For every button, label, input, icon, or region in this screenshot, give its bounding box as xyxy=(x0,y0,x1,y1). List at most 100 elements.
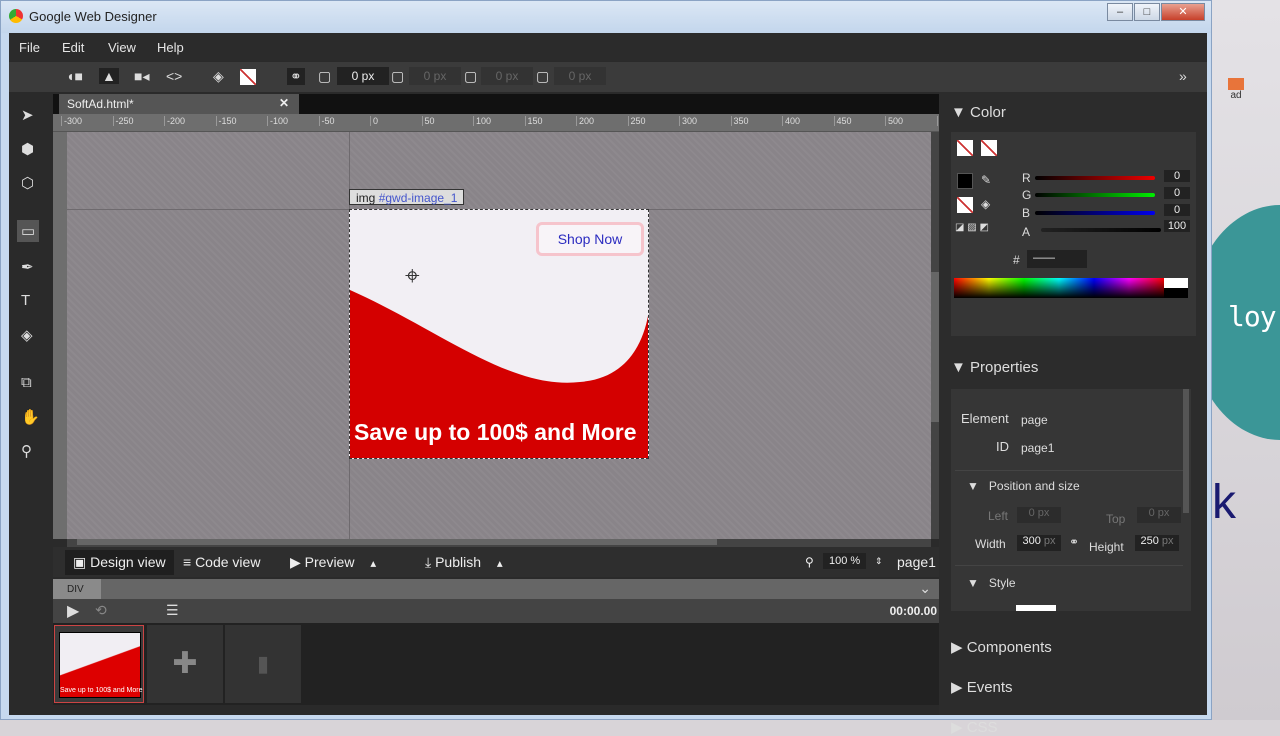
left-input[interactable]: 0 px xyxy=(1017,507,1061,523)
desktop-icon-ad[interactable]: ad xyxy=(1228,78,1244,101)
scroll-thumb[interactable] xyxy=(77,539,717,545)
alpha-slider[interactable] xyxy=(1041,228,1161,232)
element-value: page xyxy=(1021,413,1048,427)
red-value[interactable]: 0 xyxy=(1164,170,1190,182)
ruler-tick-label: -150 xyxy=(215,116,237,126)
pen-tool-icon[interactable]: ✒ xyxy=(21,258,34,276)
close-button[interactable]: ✕ xyxy=(1161,3,1205,21)
swap-colors-icon[interactable]: ◪ ▨ ◩ xyxy=(955,222,989,233)
3d-object-tool-icon[interactable]: ⧉ xyxy=(21,374,32,391)
zoom-tool-icon[interactable]: ⚲ xyxy=(21,442,32,460)
position-size-title: Position and size xyxy=(988,479,1080,493)
3d-rotation-tool-icon[interactable]: ⬢ xyxy=(21,140,34,158)
top-input[interactable]: 0 px xyxy=(1137,507,1181,523)
stroke-color-swatch[interactable] xyxy=(981,140,997,156)
green-slider[interactable] xyxy=(1035,193,1155,197)
publish-label: Publish xyxy=(435,554,481,570)
menu-edit[interactable]: Edit xyxy=(62,40,84,55)
menu-help[interactable]: Help xyxy=(157,40,184,55)
properties-scrollbar[interactable] xyxy=(1183,389,1189,513)
css-section-header[interactable]: ▶ CSS xyxy=(951,718,998,736)
code-view-button[interactable]: ≡ Code view xyxy=(183,554,260,570)
vertical-scrollbar[interactable] xyxy=(931,132,939,539)
page-selector[interactable]: page1 xyxy=(897,554,936,570)
delete-page-icon[interactable]: ▮ xyxy=(225,625,301,703)
add-page-button[interactable]: ✚ xyxy=(147,625,223,703)
link-icon[interactable]: ⚭ xyxy=(287,68,305,85)
close-tab-icon[interactable]: ✕ xyxy=(279,96,289,110)
fill-bucket-icon[interactable]: ◈ xyxy=(981,197,990,211)
components-section-header[interactable]: ▶ Components xyxy=(951,638,1052,656)
style-header[interactable]: ▼ Style xyxy=(967,576,1016,590)
menu-file[interactable]: File xyxy=(19,40,40,55)
position-size-header[interactable]: ▼ Position and size xyxy=(967,479,1080,493)
ruler-tick-label: 400 xyxy=(782,116,800,126)
radius-top-right-input[interactable]: 0 px xyxy=(409,67,461,85)
preview-button[interactable]: ▶ Preview ▴ xyxy=(290,554,376,571)
tab-softad[interactable]: SoftAd.html* ✕ xyxy=(59,94,299,114)
fill-bucket-icon[interactable]: ◈ xyxy=(213,68,224,85)
selection-label: img #gwd-image_1 xyxy=(349,189,465,205)
width-input[interactable]: 300 px xyxy=(1017,535,1061,551)
hand-tool-icon[interactable]: ✋ xyxy=(21,408,40,426)
design-view-button[interactable]: ▣ Design view xyxy=(65,550,174,575)
properties-section-header[interactable]: ▼ Properties xyxy=(951,359,1038,376)
minimize-button[interactable]: – xyxy=(1107,3,1133,21)
code-icon[interactable]: <> xyxy=(166,68,182,84)
current-color-swatch[interactable] xyxy=(957,173,973,189)
color-preview xyxy=(1164,278,1188,298)
hex-input[interactable]: —— xyxy=(1027,250,1087,268)
page-thumbnail[interactable]: Save up to 100$ and More xyxy=(54,625,144,703)
events-section-header[interactable]: ▶ Events xyxy=(951,678,1013,696)
eyedropper-icon[interactable]: ✎ xyxy=(981,173,991,187)
timeline-time: 00:00.00 xyxy=(889,604,937,618)
alpha-value[interactable]: 100 xyxy=(1164,220,1190,232)
timeline-mode-icon[interactable]: ☰ xyxy=(166,602,179,619)
radius-top-left-input[interactable]: 0 px xyxy=(337,67,389,85)
ad-image[interactable]: Shop Now Save up to 100$ and More xyxy=(349,209,649,459)
corner-radius-icon: ▢ xyxy=(391,68,405,84)
no-color-swatch[interactable] xyxy=(957,197,973,213)
zoom-input[interactable]: 100 % xyxy=(823,553,867,569)
play-icon[interactable]: ▶ xyxy=(67,601,79,621)
collapse-timeline-icon[interactable]: ⌄ xyxy=(919,580,931,597)
menu-view[interactable]: View xyxy=(108,40,136,55)
blue-value[interactable]: 0 xyxy=(1164,204,1190,216)
publish-dropdown-icon[interactable]: ▴ xyxy=(497,557,503,570)
image-icon[interactable]: ▲ xyxy=(99,68,119,84)
design-canvas[interactable]: img #gwd-image_1 Shop Now Save up to 100… xyxy=(67,132,931,539)
loop-icon[interactable]: ⟲ xyxy=(95,602,107,619)
height-input[interactable]: 250 px xyxy=(1135,535,1179,551)
link-dimensions-icon[interactable]: ⚭ xyxy=(1069,535,1079,549)
fill-color-swatch[interactable] xyxy=(240,69,256,85)
expand-toolbar-button[interactable]: » xyxy=(1179,68,1187,84)
zoom-stepper-icon[interactable]: ⇕ xyxy=(875,556,883,567)
green-value[interactable]: 0 xyxy=(1164,187,1190,199)
fill-tool-icon[interactable]: ◈ xyxy=(21,326,33,344)
id-value[interactable]: page1 xyxy=(1021,441,1054,455)
red-slider[interactable] xyxy=(1035,176,1155,180)
breadcrumb: DIV ⌄ xyxy=(53,579,939,599)
scroll-thumb[interactable] xyxy=(931,272,939,422)
shop-now-button[interactable]: Shop Now xyxy=(536,222,644,256)
selection-tool-icon[interactable]: ➤ xyxy=(21,106,34,124)
color-spectrum[interactable] xyxy=(954,278,1164,298)
radius-bottom-right-input[interactable]: 0 px xyxy=(481,67,533,85)
breadcrumb-div[interactable]: DIV xyxy=(53,579,101,599)
publish-button[interactable]: ⤓ Publish ▴ xyxy=(425,554,503,571)
fill-color-swatch[interactable] xyxy=(957,140,973,156)
preview-dropdown-icon[interactable]: ▴ xyxy=(370,557,376,570)
radius-bottom-left-input[interactable]: 0 px xyxy=(554,67,606,85)
maximize-button[interactable]: □ xyxy=(1134,3,1160,21)
3d-translation-tool-icon[interactable]: ⬡ xyxy=(21,174,34,192)
text-tool-icon[interactable]: T xyxy=(21,292,30,309)
horizontal-scrollbar[interactable] xyxy=(67,539,931,547)
unit: px xyxy=(1161,535,1174,547)
background-color-swatch[interactable] xyxy=(1016,605,1056,611)
ruler-tick-label: 50 xyxy=(421,116,435,126)
blue-slider[interactable] xyxy=(1035,211,1155,215)
video-icon[interactable]: ■◂ xyxy=(134,68,149,85)
tag-tool-icon[interactable]: ◖■ xyxy=(66,68,83,84)
color-section-header[interactable]: ▼ Color xyxy=(951,104,1006,121)
tag-tool-icon[interactable]: ▭ xyxy=(17,220,40,242)
